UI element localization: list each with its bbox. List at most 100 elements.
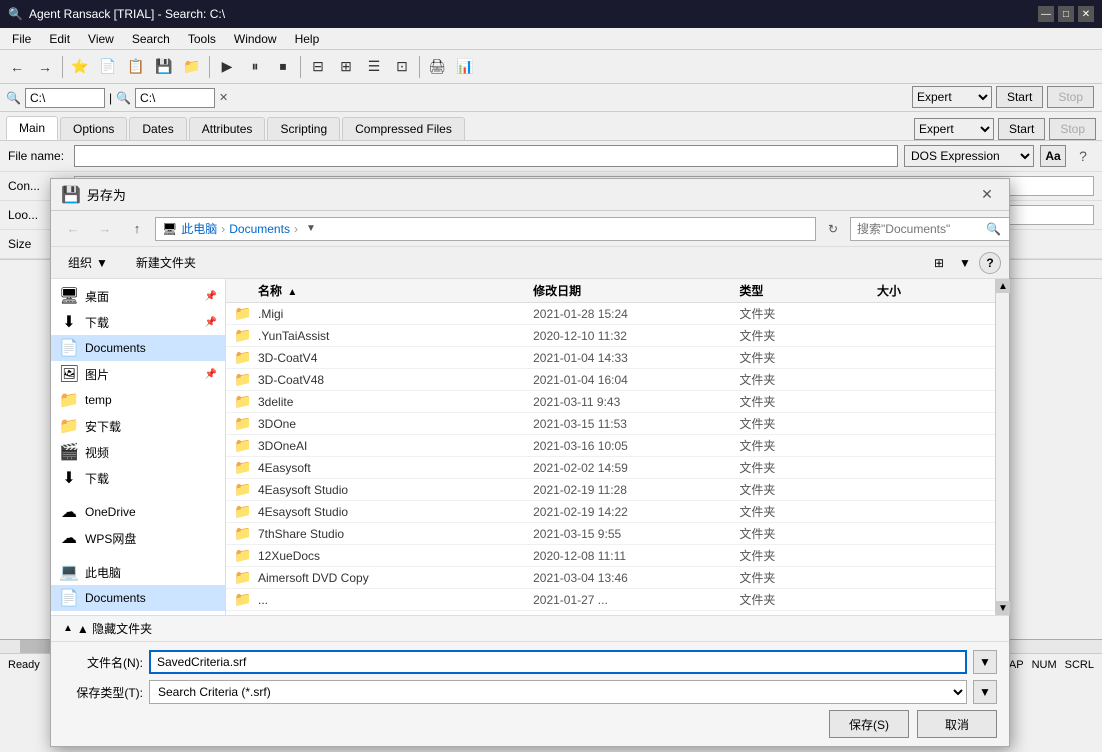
file-list-header: 名称 ▲ 修改日期 类型 大小 xyxy=(226,279,995,303)
folder-icon: 📁 xyxy=(234,481,254,498)
file-row[interactable]: 📁 7thShare Studio 2021-03-15 9:55 文件夹 xyxy=(226,523,995,545)
left-item-documents[interactable]: 📄 Documents xyxy=(51,335,225,361)
folder-icon: 📁 xyxy=(234,371,254,388)
left-item-wps[interactable]: ☁ WPS网盘 xyxy=(51,525,225,551)
dialog-footer: 文件名(N): ▼ 保存类型(T): Search Criteria (*.sr… xyxy=(51,641,1009,746)
bc-computer[interactable]: 此电脑 xyxy=(181,220,217,237)
filename-footer-input[interactable] xyxy=(149,650,967,674)
file-row[interactable]: 📁 12XueDocs 2020-12-08 11:11 文件夹 xyxy=(226,545,995,567)
dialog-cancel-button[interactable]: 取消 xyxy=(917,710,997,738)
folder-icon: 📁 xyxy=(234,591,254,608)
file-date: 2021-01-04 14:33 xyxy=(533,351,739,365)
file-row[interactable]: 📁 ... 2021-01-27 ... 文件夹 xyxy=(226,589,995,611)
file-row[interactable]: 📁 3D-CoatV4 2021-01-04 14:33 文件夹 xyxy=(226,347,995,369)
dialog-close-button[interactable]: ✕ xyxy=(975,183,999,207)
downloads-icon: ⬇ xyxy=(59,312,79,332)
file-date: 2021-01-04 16:04 xyxy=(533,373,739,387)
nav-up-button[interactable]: ↑ xyxy=(123,216,151,242)
file-type: 文件夹 xyxy=(739,569,877,586)
file-name: ... xyxy=(258,593,533,607)
file-date: 2021-02-19 11:28 xyxy=(533,483,739,497)
anzai-icon: 📁 xyxy=(59,416,79,436)
dialog-nav: ← → ↑ 🖥 此电脑 › Documents › ▼ ↻ 🔍 xyxy=(51,211,1009,247)
file-type: 文件夹 xyxy=(739,393,877,410)
documents-icon: 📄 xyxy=(59,338,79,358)
organize-label: 组织 xyxy=(68,254,92,271)
filename-footer-label: 文件名(N): xyxy=(63,654,143,671)
dialog-help-button[interactable]: ? xyxy=(979,252,1001,274)
file-row[interactable]: 📁 4Easysoft 2021-02-02 14:59 文件夹 xyxy=(226,457,995,479)
file-date: 2021-03-04 13:46 xyxy=(533,571,739,585)
left-item-video[interactable]: 🎬 视频 xyxy=(51,439,225,465)
file-row[interactable]: 📁 4Esaysoft Studio 2021-02-19 14:22 文件夹 xyxy=(226,501,995,523)
file-row[interactable]: 📁 3delite 2021-03-11 9:43 文件夹 xyxy=(226,391,995,413)
file-name: 12XueDocs xyxy=(258,549,533,563)
organize-arrow: ▼ xyxy=(96,256,108,270)
left-item-pc[interactable]: 💻 此电脑 xyxy=(51,559,225,585)
filename-row: 文件名(N): ▼ xyxy=(63,650,997,674)
left-item-temp[interactable]: 📁 temp xyxy=(51,387,225,413)
dialog-title-bar: 💾 另存为 ✕ xyxy=(51,179,1009,211)
left-item-downloads2[interactable]: ⬇ 下载 xyxy=(51,465,225,491)
organize-button[interactable]: 组织 ▼ xyxy=(59,251,117,274)
file-type: 文件夹 xyxy=(739,503,877,520)
file-type: 文件夹 xyxy=(739,415,877,432)
file-name: 3D-CoatV48 xyxy=(258,373,533,387)
file-name: 3DOneAI xyxy=(258,439,533,453)
downloads-label: 下载 xyxy=(85,314,109,331)
file-type: 文件夹 xyxy=(739,305,877,322)
folder-icon: 📁 xyxy=(234,547,254,564)
filename-dropdown-button[interactable]: ▼ xyxy=(973,650,997,674)
left-item-documents2[interactable]: 📄 Documents xyxy=(51,585,225,611)
filetype-dropdown-button[interactable]: ▼ xyxy=(973,680,997,704)
view-dropdown-button[interactable]: ▼ xyxy=(953,251,977,275)
folder-icon: 📁 xyxy=(234,305,254,322)
col-name-sort[interactable]: 名称 ▲ xyxy=(258,282,533,299)
bc-sep-2: › xyxy=(294,222,298,236)
desktop-label: 桌面 xyxy=(85,288,109,305)
filetype-select[interactable]: Search Criteria (*.srf) xyxy=(149,680,967,704)
file-row[interactable]: 📁 3DOne 2021-03-15 11:53 文件夹 xyxy=(226,413,995,435)
file-date: 2021-03-15 11:53 xyxy=(533,417,739,431)
dialog-save-button[interactable]: 保存(S) xyxy=(829,710,909,738)
desktop-pin: 📌 xyxy=(205,291,217,302)
col-size-sort[interactable]: 大小 xyxy=(877,282,987,299)
file-name: 3DOne xyxy=(258,417,533,431)
nav-back-button[interactable]: ← xyxy=(59,216,87,242)
file-type: 文件夹 xyxy=(739,481,877,498)
nav-refresh-button[interactable]: ↻ xyxy=(820,217,846,241)
col-type-sort[interactable]: 类型 xyxy=(739,282,877,299)
bc-documents[interactable]: Documents xyxy=(229,222,290,236)
file-type: 文件夹 xyxy=(739,371,877,388)
left-item-pictures[interactable]: 🖼 图片 📌 xyxy=(51,361,225,387)
file-row[interactable]: 📁 .YunTaiAssist 2020-12-10 11:32 文件夹 xyxy=(226,325,995,347)
filetype-row: 保存类型(T): Search Criteria (*.srf) ▼ xyxy=(63,680,997,704)
temp-icon: 📁 xyxy=(59,390,79,410)
file-row[interactable]: 📁 .Migi 2021-01-28 15:24 文件夹 xyxy=(226,303,995,325)
left-item-downloads[interactable]: ⬇ 下载 📌 xyxy=(51,309,225,335)
col-date-sort[interactable]: 修改日期 xyxy=(533,282,739,299)
anzai-label: 安下载 xyxy=(85,418,121,435)
file-row[interactable]: 📁 3DOneAI 2021-03-16 10:05 文件夹 xyxy=(226,435,995,457)
file-list: 📁 .Migi 2021-01-28 15:24 文件夹 📁 .YunTaiAs… xyxy=(226,303,995,615)
file-row[interactable]: 📁 Aimersoft DVD Copy 2021-03-04 13:46 文件… xyxy=(226,567,995,589)
file-date: 2021-01-27 ... xyxy=(533,593,739,607)
file-name: .YunTaiAssist xyxy=(258,329,533,343)
new-folder-button[interactable]: 新建文件夹 xyxy=(125,251,207,274)
toggle-hidden-button[interactable]: ▲ ▲ 隐藏文件夹 xyxy=(51,615,1009,641)
breadcrumb-dropdown[interactable]: ▼ xyxy=(302,220,320,238)
nav-forward-button[interactable]: → xyxy=(91,216,119,242)
documents2-label: Documents xyxy=(85,591,146,605)
toggle-hidden-label: ▲ 隐藏文件夹 xyxy=(77,620,152,637)
left-item-anzai[interactable]: 📁 安下载 xyxy=(51,413,225,439)
file-row[interactable]: 📁 4Easysoft Studio 2021-02-19 11:28 文件夹 xyxy=(226,479,995,501)
downloads2-icon: ⬇ xyxy=(59,468,79,488)
left-item-onedrive[interactable]: ☁ OneDrive xyxy=(51,499,225,525)
scroll-down[interactable]: ▼ xyxy=(996,601,1010,615)
file-type: 文件夹 xyxy=(739,459,877,476)
scroll-up[interactable]: ▲ xyxy=(996,279,1010,293)
dialog-scrollbar[interactable]: ▲ ▼ xyxy=(995,279,1009,615)
file-row[interactable]: 📁 3D-CoatV48 2021-01-04 16:04 文件夹 xyxy=(226,369,995,391)
view-grid-button[interactable]: ⊞ xyxy=(927,251,951,275)
left-item-desktop[interactable]: 🖥 桌面 📌 xyxy=(51,283,225,309)
